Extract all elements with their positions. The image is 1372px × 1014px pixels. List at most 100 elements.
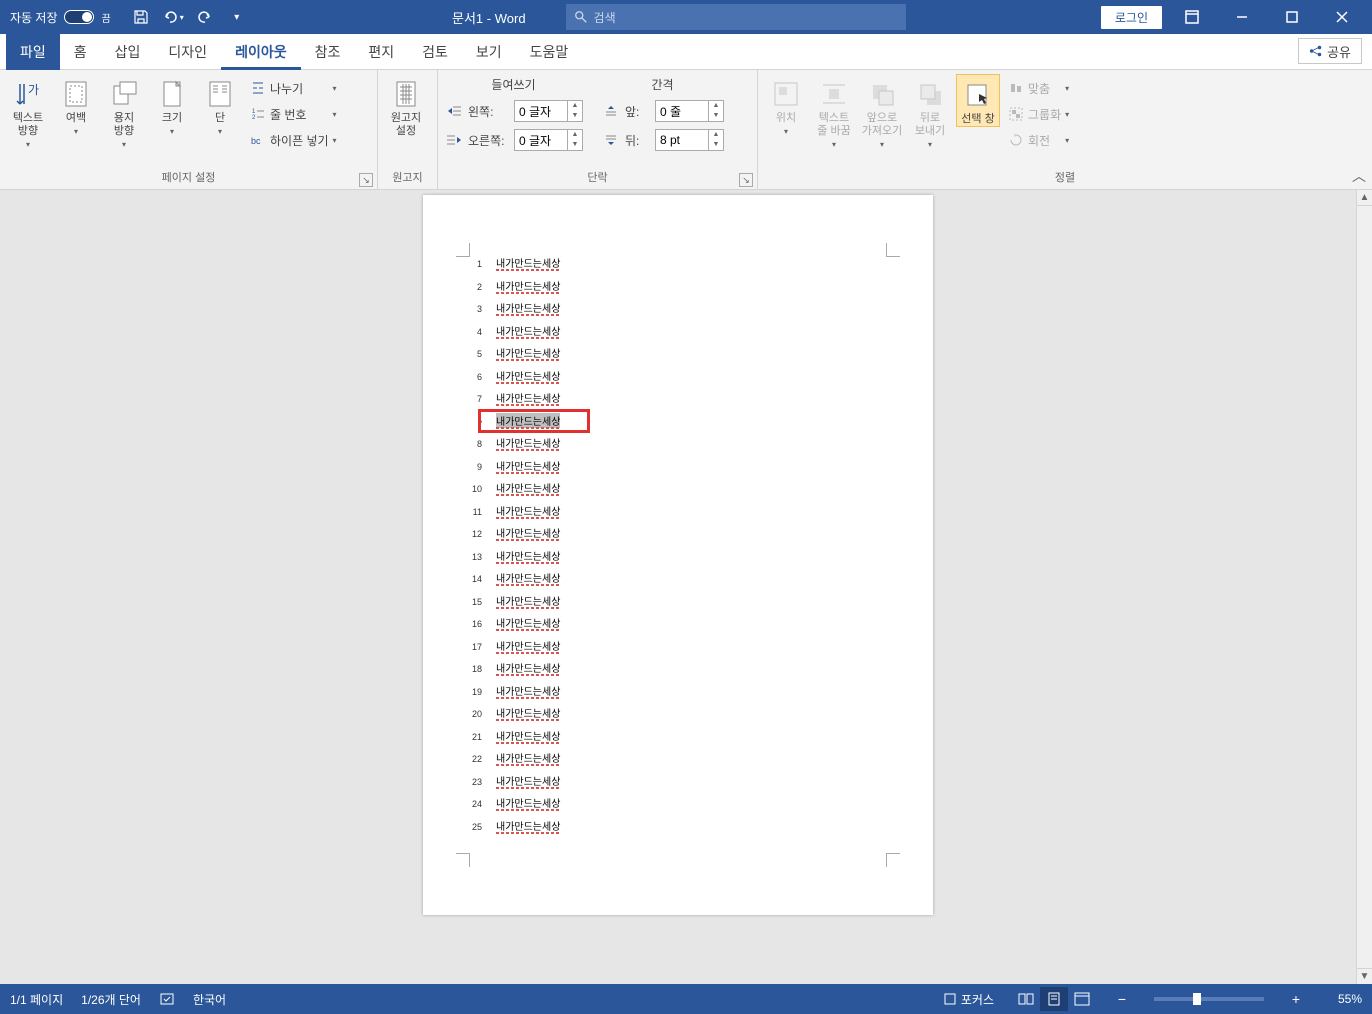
tab-layout[interactable]: 레이아웃 (221, 34, 301, 70)
document-line[interactable]: 3내가만드는세상 (468, 300, 888, 323)
document-line[interactable]: 14내가만드는세상 (468, 570, 888, 593)
document-area[interactable]: 1내가만드는세상2내가만드는세상3내가만드는세상4내가만드는세상5내가만드는세상… (0, 190, 1356, 984)
spin-up[interactable]: ▲ (709, 130, 723, 140)
document-line[interactable]: 13내가만드는세상 (468, 548, 888, 571)
selection-pane-icon (962, 79, 994, 111)
spin-up[interactable]: ▲ (709, 101, 723, 111)
document-line[interactable]: 10내가만드는세상 (468, 480, 888, 503)
language-indicator[interactable]: 한국어 (193, 991, 226, 1008)
line-numbers-button[interactable]: 12줄 번호▾ (246, 102, 341, 126)
scroll-down-button[interactable]: ▼ (1357, 968, 1372, 984)
login-button[interactable]: 로그인 (1101, 6, 1162, 29)
tab-insert[interactable]: 삽입 (101, 34, 155, 70)
close-button[interactable] (1322, 2, 1362, 32)
selection-pane-button[interactable]: 선택 창 (956, 74, 1000, 127)
read-mode-button[interactable] (1012, 987, 1040, 1011)
title-bar: 자동 저장 끔 ▾ ▾ 문서1 - Word 검색 로그인 (0, 0, 1372, 34)
margin-corner (456, 243, 470, 257)
spellcheck-button[interactable] (159, 991, 175, 1007)
save-button[interactable] (129, 5, 153, 29)
document-line[interactable]: 11내가만드는세상 (468, 503, 888, 526)
tab-design[interactable]: 디자인 (154, 34, 221, 70)
tab-help[interactable]: 도움말 (516, 34, 583, 70)
document-line[interactable]: 25내가만드는세상 (468, 818, 888, 841)
align-icon (1008, 80, 1024, 96)
document-line[interactable]: 18내가만드는세상 (468, 660, 888, 683)
page-count[interactable]: 1/1 페이지 (10, 991, 63, 1008)
hyphenation-button[interactable]: bc하이픈 넣기▾ (246, 128, 341, 152)
document-line[interactable]: 17내가만드는세상 (468, 638, 888, 661)
zoom-slider[interactable] (1154, 997, 1264, 1001)
spin-up[interactable]: ▲ (568, 130, 582, 140)
document-line[interactable]: 9내가만드는세상 (468, 458, 888, 481)
position-icon (770, 78, 802, 110)
spin-down[interactable]: ▼ (568, 140, 582, 150)
document-line[interactable]: 6내가만드는세상 (468, 368, 888, 391)
breaks-button[interactable]: 나누기▾ (246, 76, 341, 100)
zoom-in-button[interactable]: + (1288, 991, 1304, 1007)
document-line[interactable]: 21내가만드는세상 (468, 728, 888, 751)
document-line[interactable]: 15내가만드는세상 (468, 593, 888, 616)
spin-up[interactable]: ▲ (568, 101, 582, 111)
document-line[interactable]: 16내가만드는세상 (468, 615, 888, 638)
document-line[interactable]: 2내가만드는세상 (468, 278, 888, 301)
document-line[interactable]: 8내가만드는세상 (468, 435, 888, 458)
orientation-button[interactable]: 용지방향▾ (102, 74, 146, 149)
zoom-out-button[interactable]: − (1114, 991, 1130, 1007)
maximize-button[interactable] (1272, 2, 1312, 32)
page-setup-launcher[interactable]: ↘ (359, 173, 373, 187)
spacing-after-input[interactable]: ▲▼ (655, 129, 724, 151)
manuscript-button[interactable]: 원고지설정 (384, 74, 428, 138)
tab-review[interactable]: 검토 (408, 34, 462, 70)
document-line[interactable]: 1내가만드는세상 (468, 255, 888, 278)
redo-button[interactable] (193, 5, 217, 29)
focus-mode[interactable]: 포커스 (943, 991, 994, 1008)
document-line[interactable]: 5내가만드는세상 (468, 345, 888, 368)
spacing-before-input[interactable]: ▲▼ (655, 100, 724, 122)
autosave-label: 자동 저장 (10, 9, 58, 26)
web-layout-button[interactable] (1068, 987, 1096, 1011)
spin-down[interactable]: ▼ (709, 111, 723, 121)
indent-right-input[interactable]: ▲▼ (514, 129, 583, 151)
ribbon-display-options[interactable] (1172, 2, 1212, 32)
minimize-button[interactable] (1222, 2, 1262, 32)
margin-corner (886, 853, 900, 867)
size-button[interactable]: 크기▾ (150, 74, 194, 136)
document-line[interactable]: •내가만드는세상 (468, 413, 888, 436)
indent-left-input[interactable]: ▲▼ (514, 100, 583, 122)
print-layout-button[interactable] (1040, 987, 1068, 1011)
share-icon (1309, 44, 1323, 58)
tab-references[interactable]: 참조 (301, 34, 355, 70)
spin-down[interactable]: ▼ (568, 111, 582, 121)
margins-button[interactable]: 여백▾ (54, 74, 98, 136)
tab-view[interactable]: 보기 (462, 34, 516, 70)
tab-mailings[interactable]: 편지 (354, 34, 408, 70)
collapse-ribbon-button[interactable]: ︿ (1352, 166, 1366, 186)
vertical-scrollbar[interactable]: ▲ ▼ (1356, 190, 1372, 984)
document-line[interactable]: 23내가만드는세상 (468, 773, 888, 796)
document-line[interactable]: 22내가만드는세상 (468, 750, 888, 773)
spin-down[interactable]: ▼ (709, 140, 723, 150)
document-line[interactable]: 4내가만드는세상 (468, 323, 888, 346)
document-line[interactable]: 24내가만드는세상 (468, 795, 888, 818)
text-direction-button[interactable]: 가 텍스트방향▾ (6, 74, 50, 149)
tab-file[interactable]: 파일 (6, 34, 60, 70)
document-line[interactable]: 20내가만드는세상 (468, 705, 888, 728)
word-count[interactable]: 1/26개 단어 (81, 991, 141, 1008)
zoom-level[interactable]: 55% (1322, 992, 1362, 1006)
paragraph-launcher[interactable]: ↘ (739, 173, 753, 187)
ribbon-tabs: 파일 홈 삽입 디자인 레이아웃 참조 편지 검토 보기 도움말 공유 (0, 34, 1372, 70)
scroll-up-button[interactable]: ▲ (1357, 190, 1372, 206)
tab-home[interactable]: 홈 (60, 34, 101, 70)
share-button[interactable]: 공유 (1298, 38, 1362, 64)
autosave-toggle[interactable] (64, 10, 94, 24)
columns-button[interactable]: 단▾ (198, 74, 242, 136)
search-box[interactable]: 검색 (566, 4, 906, 30)
qat-customize[interactable]: ▾ (225, 5, 249, 29)
document-content[interactable]: 1내가만드는세상2내가만드는세상3내가만드는세상4내가만드는세상5내가만드는세상… (468, 255, 888, 840)
svg-text:bc: bc (251, 136, 261, 146)
manuscript-icon (390, 78, 422, 110)
document-line[interactable]: 12내가만드는세상 (468, 525, 888, 548)
document-line[interactable]: 19내가만드는세상 (468, 683, 888, 706)
undo-button[interactable]: ▾ (161, 5, 185, 29)
